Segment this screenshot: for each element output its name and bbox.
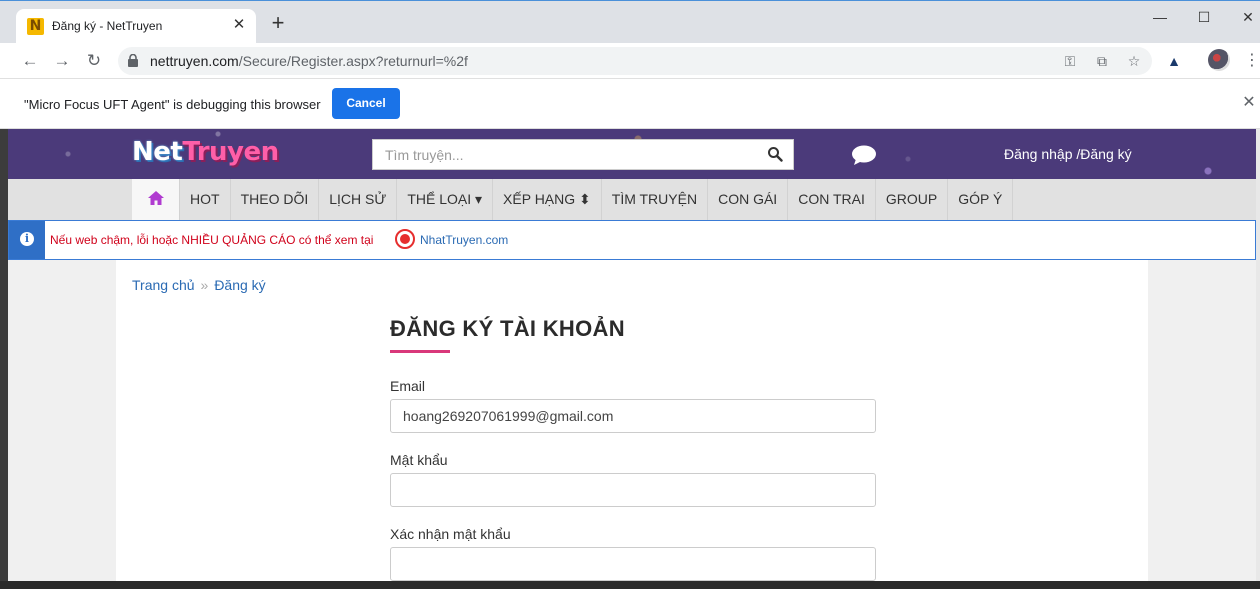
email-label: Email [390,378,426,394]
nav-item-theo-doi[interactable]: THEO DÕI [231,179,320,220]
login-register-link[interactable]: Đăng nhập /Đăng ký [1004,146,1132,162]
extension-icon[interactable]: ▲ [1164,51,1184,71]
page-title: ĐĂNG KÝ TÀI KHOẢN [390,316,625,341]
nav-item-xep-hang[interactable]: XẾP HẠNG ⬍ [493,179,602,220]
info-icon: i [20,232,34,246]
more-menu-icon[interactable]: ⋮ [1244,51,1260,71]
reload-icon[interactable]: ↻ [84,51,104,71]
password-label: Mật khẩu [390,452,448,468]
home-icon [147,191,164,206]
new-tab-button[interactable]: + [268,12,288,34]
search-input[interactable]: Tìm truyện... [385,147,464,163]
register-form: ĐĂNG KÝ TÀI KHOẢN Email hoang26920706199… [390,316,876,581]
browser-toolbar: ← → ↻ nettruyen.com/Secure/Register.aspx… [0,43,1260,79]
notice-text: Nếu web chậm, lỗi hoặc NHIỀU QUẢNG CÁO c… [50,233,374,247]
url-text: nettruyen.com/Secure/Register.aspx?retur… [150,53,468,69]
notice-link[interactable]: NhatTruyen.com [420,233,508,247]
record-icon [395,229,415,249]
nav-item-the-loai[interactable]: THỂ LOẠI ▾ [397,179,494,220]
breadcrumb-home[interactable]: Trang chủ [132,277,195,293]
site-logo[interactable]: NetTruyen [132,137,279,167]
breadcrumb-separator: » [200,277,209,293]
password-field[interactable] [390,473,876,507]
debug-infobar: "Micro Focus UFT Agent" is debugging thi… [0,79,1260,129]
nav-item-gop-y[interactable]: GÓP Ý [948,179,1014,220]
minimize-icon[interactable]: — [1150,7,1170,27]
maximize-icon[interactable]: ☐ [1194,7,1214,27]
breadcrumb-current[interactable]: Đăng ký [214,277,265,293]
nav-item-con-trai[interactable]: CON TRAI [788,179,876,220]
forward-arrow-icon[interactable]: → [52,51,72,71]
profile-avatar[interactable] [1208,49,1230,71]
translate-icon[interactable]: ⧉ [1092,51,1112,71]
desktop-background-bottom [0,581,1260,589]
lock-icon [128,54,138,67]
key-icon[interactable]: ⚿ [1060,51,1080,71]
content-container: Trang chủ » Đăng ký ĐĂNG KÝ TÀI KHOẢN Emai… [116,260,1148,581]
back-arrow-icon[interactable]: ← [20,51,40,71]
tab-strip: N Đăng ký - NetTruyen ✕ + — ☐ ✕ [0,0,1260,44]
scrollbar[interactable] [1256,129,1260,581]
nav-home[interactable] [132,179,180,220]
desktop-background [0,129,8,589]
browser-tab[interactable]: N Đăng ký - NetTruyen ✕ [16,9,256,44]
site-header: NetTruyen Tìm truyện... Đăng nhập /Đăng … [8,129,1256,179]
close-icon[interactable]: ✕ [1238,7,1258,27]
nav-item-hot[interactable]: HOT [180,179,231,220]
cancel-button[interactable]: Cancel [332,88,400,119]
nav-item-group[interactable]: GROUP [876,179,949,220]
breadcrumb: Trang chủ » Đăng ký [132,277,266,293]
main-nav: HOT THEO DÕI LỊCH SỬ THỂ LOẠI ▾ XẾP HẠNG… [8,179,1256,220]
favicon-icon: N [27,18,44,35]
nav-item-lich-su[interactable]: LỊCH SỬ [319,179,398,220]
tab-title: Đăng ký - NetTruyen [52,19,163,33]
search-icon[interactable] [767,146,783,162]
confirm-password-field[interactable] [390,547,876,581]
notice-banner: i Nếu web chậm, lỗi hoặc NHIỀU QUẢNG CÁO… [8,220,1256,260]
search-box[interactable]: Tìm truyện... [372,139,794,170]
confirm-password-label: Xác nhận mật khẩu [390,526,511,542]
address-bar[interactable]: nettruyen.com/Secure/Register.aspx?retur… [118,47,1152,75]
bookmark-star-icon[interactable]: ☆ [1124,51,1144,71]
web-page: NetTruyen Tìm truyện... Đăng nhập /Đăng … [8,129,1256,581]
nav-item-con-gai[interactable]: CON GÁI [708,179,789,220]
nav-item-tim-truyen[interactable]: TÌM TRUYỆN [602,179,709,220]
title-underline [390,350,450,353]
tab-close-icon[interactable]: ✕ [230,16,248,34]
infobar-message: "Micro Focus UFT Agent" is debugging thi… [24,97,321,112]
email-field[interactable]: hoang269207061999@gmail.com [390,399,876,433]
chat-bubble-icon[interactable] [851,144,877,166]
infobar-close-icon[interactable]: ✕ [1240,94,1258,112]
